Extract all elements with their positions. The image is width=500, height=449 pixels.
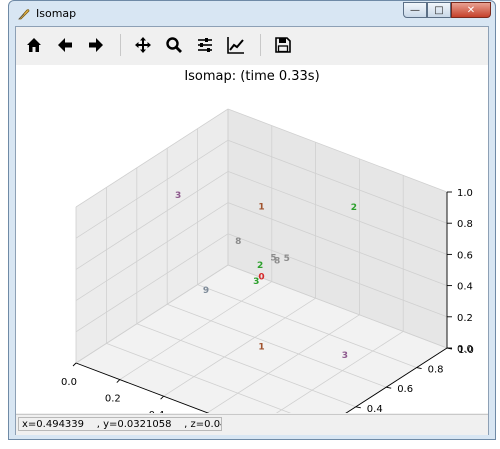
z-tick-label: 0.2: [457, 313, 473, 324]
data-point-label: 9: [203, 286, 209, 296]
x-tick-label: 0.0: [61, 377, 77, 388]
feather-icon: [18, 9, 30, 20]
z-tick-label: 0.4: [457, 282, 473, 293]
arrow-right-icon: [89, 38, 103, 52]
minimize-button[interactable]: —: [403, 2, 427, 18]
status-bar: x=0.494339 , y=0.0321058 , z=0.0468621: [16, 414, 488, 435]
cursor-coordinates: x=0.494339 , y=0.0321058 , z=0.0468621: [18, 417, 222, 431]
y-tick-label: 0.8: [428, 365, 444, 376]
pan-button[interactable]: [130, 32, 156, 58]
navigation-toolbar: [16, 27, 488, 65]
chart-line-icon: [227, 37, 244, 54]
z-tick-label: 0.6: [457, 250, 473, 261]
z-tick-label: 0.8: [457, 219, 473, 230]
back-button[interactable]: [52, 32, 78, 58]
figure-canvas[interactable]: Isomap: (time 0.33s) 0.0 0.2 0.4 0.6 0.8 1.0 0…: [16, 65, 488, 413]
title-bar[interactable]: Isomap — □ ✕: [9, 1, 495, 27]
magnifier-icon: [166, 37, 182, 53]
subplots-button[interactable]: [192, 32, 218, 58]
z-tick-label: 1.0: [457, 188, 473, 199]
close-button[interactable]: ✕: [451, 2, 491, 18]
app-window: Isomap — □ ✕ Isomap: (time 0.33s) 0.0 0.…: [8, 0, 496, 440]
figure-client-area: Isomap: (time 0.33s) 0.0 0.2 0.4 0.6 0.8 1.0 0…: [15, 26, 489, 435]
y-tick-mark: [355, 406, 361, 409]
z-tick-label: 0.0: [457, 344, 473, 355]
move-icon: [135, 37, 151, 53]
save-button[interactable]: [270, 32, 296, 58]
toolbar-separator: [120, 34, 121, 56]
y-tick-label: 0.4: [367, 404, 383, 413]
data-point-label: 2: [351, 203, 357, 213]
floppy-disk-icon: [275, 37, 291, 53]
arrow-left-icon: [58, 38, 72, 52]
maximize-button[interactable]: □: [427, 2, 451, 18]
home-button[interactable]: [21, 32, 47, 58]
x-tick-label: 0.4: [149, 410, 165, 413]
scatter-3d-plot: 0.00.20.40.60.81.00.00.20.40.60.81.00.00…: [61, 108, 474, 413]
data-point-label: 3: [342, 351, 348, 361]
data-point-label: 3: [175, 191, 181, 201]
home-icon: [27, 38, 41, 52]
y-tick-mark: [386, 386, 392, 389]
axes-edit-button[interactable]: [223, 32, 249, 58]
data-point-label: 1: [258, 343, 264, 353]
x-tick-mark: [160, 395, 164, 400]
y-tick-mark: [416, 367, 422, 370]
zoom-button[interactable]: [161, 32, 187, 58]
data-point-label: 2: [257, 261, 263, 271]
y-tick-label: 0.6: [397, 384, 413, 395]
x-tick-mark: [116, 379, 121, 383]
data-point-label: 8: [235, 237, 241, 247]
x-tick-mark: [72, 362, 77, 367]
sliders-icon: [198, 38, 212, 52]
window-title: Isomap: [36, 7, 77, 20]
data-point-label: 3: [253, 277, 259, 287]
data-point-label: 5: [284, 254, 290, 264]
data-point-label: 1: [258, 202, 264, 212]
toolbar-separator: [260, 34, 261, 56]
x-tick-label: 0.2: [105, 394, 121, 405]
data-point-label: 8: [274, 257, 280, 267]
caption-buttons: — □ ✕: [403, 2, 491, 20]
forward-button[interactable]: [83, 32, 109, 58]
